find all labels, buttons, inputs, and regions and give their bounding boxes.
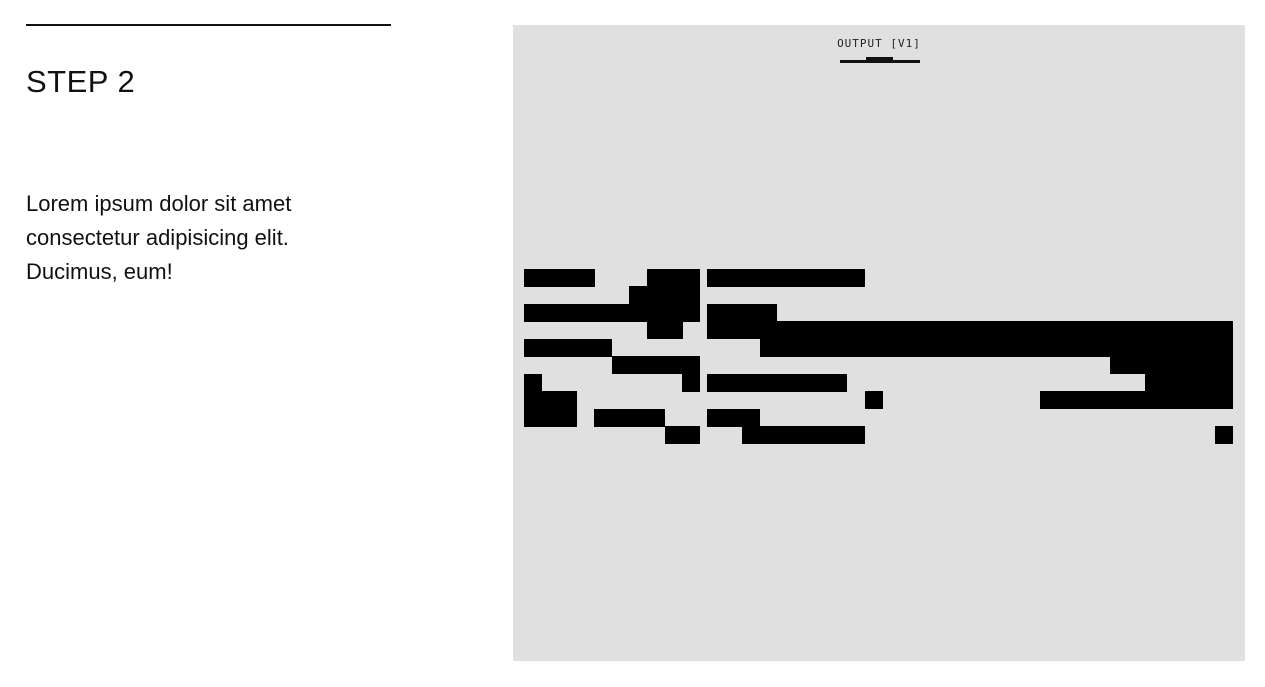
pixel-block: [1110, 356, 1233, 374]
pixel-block: [760, 339, 1233, 357]
pixel-block: [1040, 391, 1233, 409]
pixel-block: [1215, 426, 1233, 444]
pixel-block: [707, 321, 1233, 339]
pixel-block: [612, 356, 700, 374]
output-pixel-pattern: [524, 269, 1233, 444]
pixel-block: [682, 374, 700, 392]
pixel-block: [647, 321, 683, 339]
pixel-block: [707, 269, 865, 287]
pixel-block: [524, 339, 612, 357]
pixel-block: [524, 409, 577, 427]
pixel-block: [742, 426, 865, 444]
pixel-block: [707, 409, 760, 427]
pixel-block: [524, 391, 577, 409]
pixel-block: [629, 286, 700, 304]
pixel-block: [707, 374, 847, 392]
pixel-block: [707, 304, 777, 322]
pixel-block: [1145, 374, 1233, 392]
pixel-block: [665, 426, 700, 444]
pixel-block: [524, 374, 542, 392]
pixel-block: [647, 269, 700, 287]
step-panel: STEP 2 Lorem ipsum dolor sit amet consec…: [26, 24, 391, 289]
pixel-block: [594, 409, 665, 427]
output-canvas: OUTPUT [V1]: [513, 25, 1245, 661]
pixel-block: [524, 269, 595, 287]
top-divider: [26, 24, 391, 26]
pixel-block: [524, 304, 700, 322]
step-title: STEP 2: [26, 64, 136, 99]
step-description: Lorem ipsum dolor sit amet consectetur a…: [26, 191, 292, 284]
pixel-block: [865, 391, 883, 409]
